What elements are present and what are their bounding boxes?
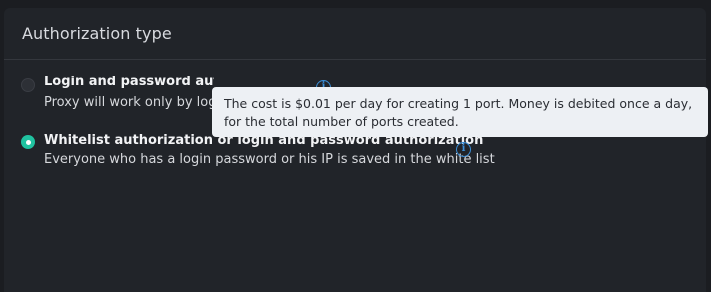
tooltip: The cost is $0.01 per day for creating 1… — [212, 87, 708, 137]
authorization-type-panel: Authorization type Login and password au… — [4, 8, 708, 292]
tooltip-line: for the total number of ports created. — [224, 114, 459, 129]
option-text-clip: Login and password authorization Proxy w… — [44, 76, 214, 116]
option-description: Proxy will work only by login and passwo… — [44, 95, 214, 110]
info-icon[interactable]: i — [456, 142, 471, 157]
radio-login-password[interactable] — [21, 78, 35, 92]
panel-title: Authorization type — [22, 24, 172, 43]
tooltip-line: The cost is $0.01 per day for creating 1… — [224, 96, 693, 111]
option-title: Login and password authorization — [44, 76, 214, 89]
panel-header: Authorization type — [4, 8, 706, 60]
radio-whitelist[interactable] — [21, 135, 35, 149]
option-description: Everyone who has a login password or his… — [44, 152, 495, 167]
